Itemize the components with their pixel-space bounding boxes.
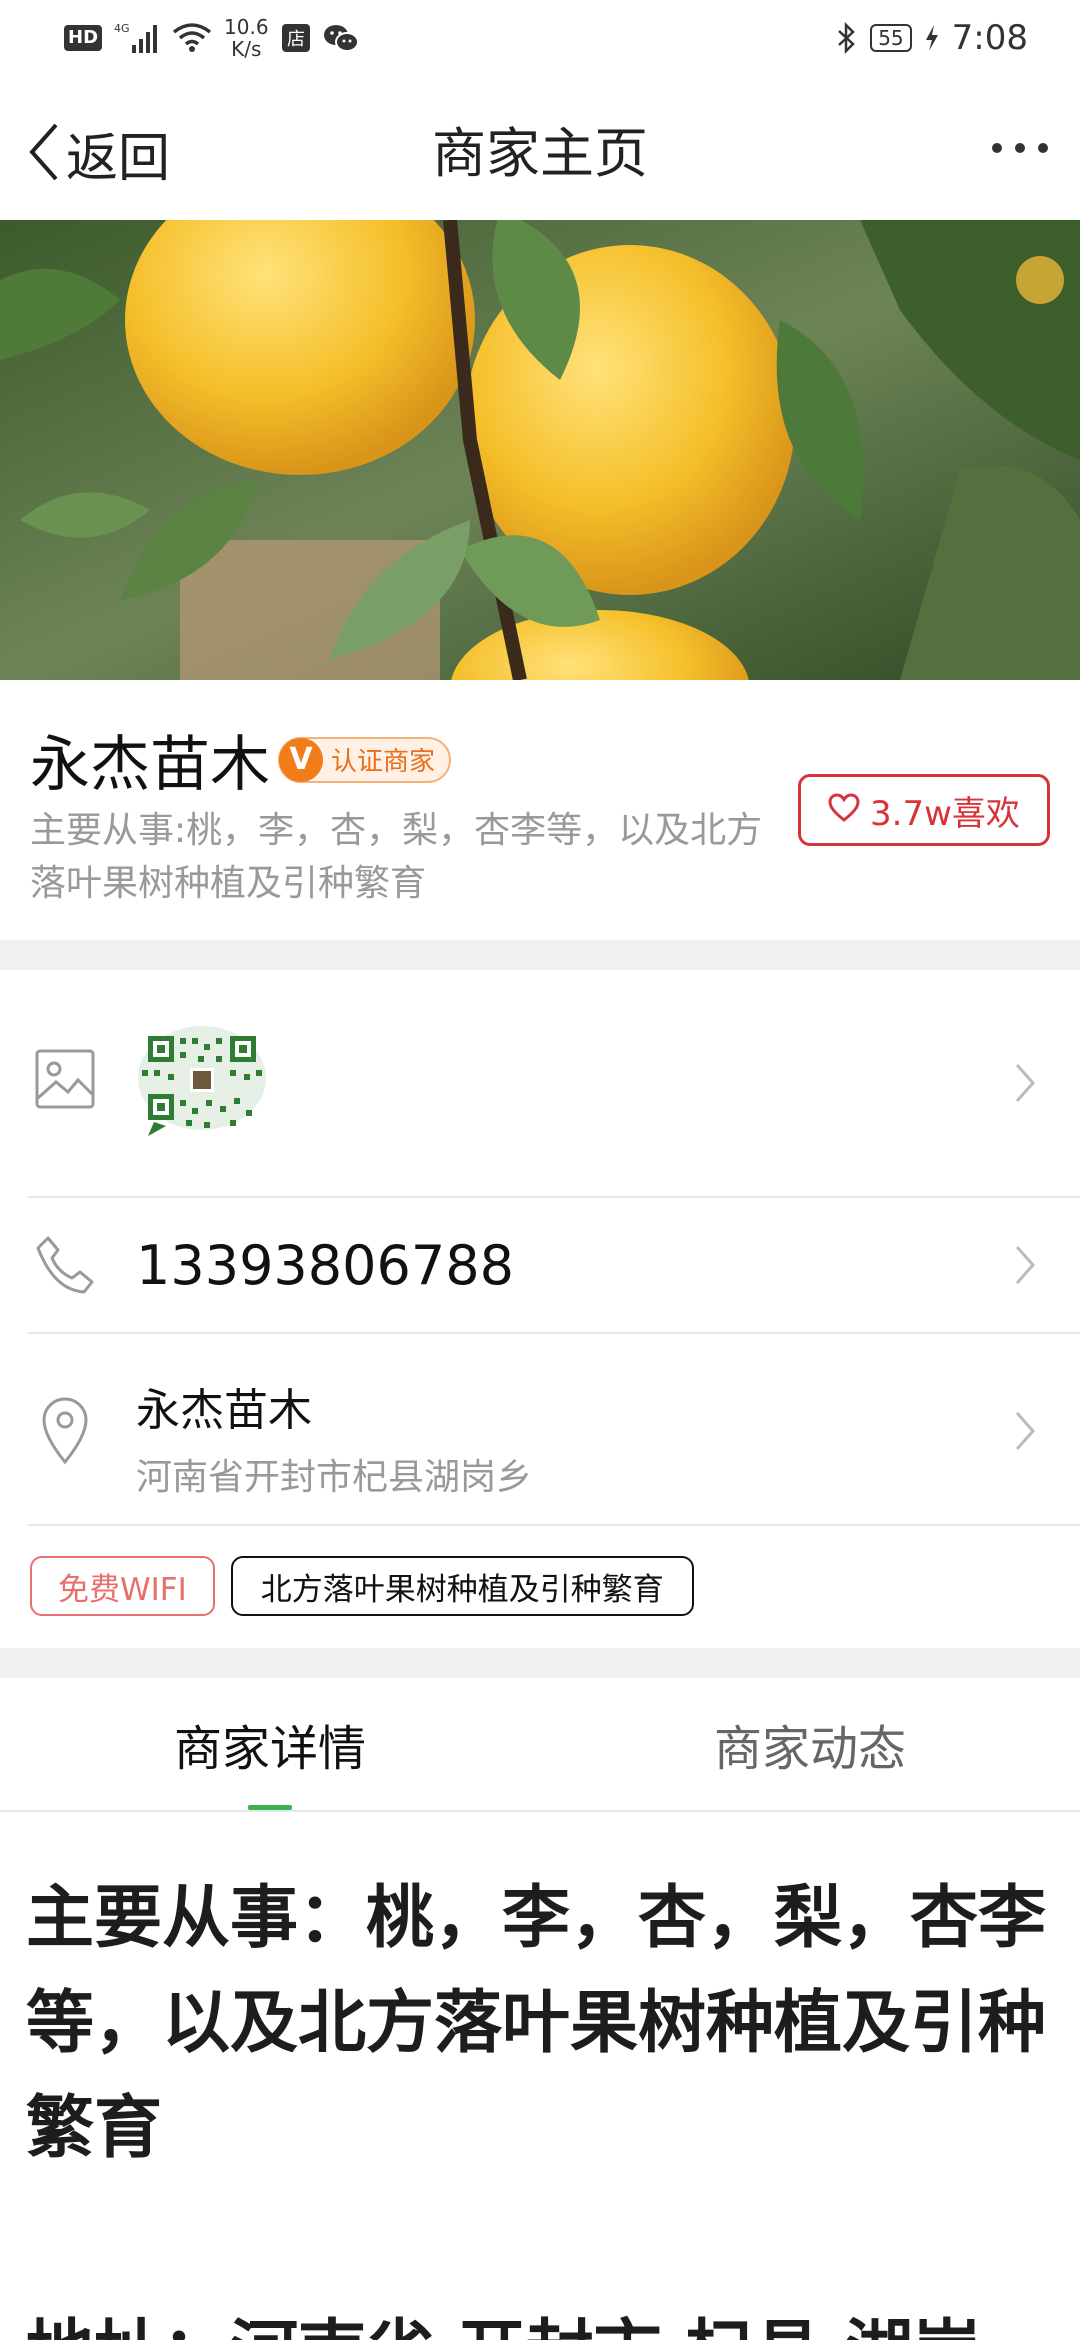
- more-dot: [1015, 143, 1025, 153]
- nav-bar: 返回 商家主页: [0, 76, 1080, 220]
- page-title: 商家主页: [432, 121, 648, 185]
- charging-icon: [924, 23, 940, 53]
- merchant-cover-image: [0, 220, 1080, 680]
- svg-text:店: 店: [287, 29, 305, 50]
- section-separator: [0, 1648, 1080, 1678]
- status-bar: HD 4G 10.6 K/s 店 55 7:08: [0, 0, 1080, 76]
- battery-level: 55: [870, 24, 912, 52]
- address-row[interactable]: 永杰苗木 河南省开封市杞县湖岗乡: [0, 1334, 1080, 1524]
- network-speed-unit: K/s: [231, 37, 262, 61]
- hd-badge: HD: [64, 25, 103, 51]
- chevron-left-icon: [26, 121, 62, 187]
- active-tab-indicator: [248, 1805, 292, 1810]
- wifi-icon: [172, 22, 212, 54]
- wechat-icon: [323, 23, 359, 53]
- more-dot: [992, 143, 1002, 153]
- bluetooth-icon: [836, 22, 858, 54]
- network-speed-value: 10.6: [224, 15, 269, 39]
- phone-icon: [34, 1234, 96, 1300]
- section-separator: [0, 940, 1080, 970]
- merchant-tags: 免费WIFI 北方落叶果树种植及引种繁育: [30, 1556, 694, 1616]
- tab-label: 商家动态: [713, 1721, 906, 1777]
- chevron-right-icon: [1014, 1244, 1036, 1290]
- clock: 7:08: [951, 18, 1028, 58]
- merchant-header: 永杰苗木 V 认证商家 主要从事:桃，李，杏，梨，杏李等，以及北方落叶果树种植及…: [0, 680, 1080, 940]
- like-button[interactable]: 3.7w喜欢: [798, 774, 1050, 846]
- shop-name-row: 永杰苗木 V 认证商家: [30, 716, 452, 803]
- network-type: 4G: [114, 22, 130, 35]
- address-name: 永杰苗木: [136, 1385, 312, 1436]
- tab-merchant-updates[interactable]: 商家动态: [540, 1678, 1080, 1810]
- store-icon: 店: [281, 23, 311, 53]
- phone-row[interactable]: 13393806788: [0, 1198, 1080, 1332]
- divider: [28, 1524, 1080, 1526]
- network-speed: 10.6 K/s: [224, 16, 269, 60]
- image-icon: [34, 1048, 96, 1114]
- certified-badge: V 认证商家: [278, 736, 452, 783]
- more-dot: [1038, 143, 1048, 153]
- tag-business: 北方落叶果树种植及引种繁育: [230, 1556, 694, 1616]
- certified-label: 认证商家: [331, 747, 436, 777]
- signal-icon: 4G: [114, 21, 160, 55]
- shop-name: 永杰苗木: [30, 730, 270, 800]
- status-bar-right: 55 7:08: [836, 18, 1028, 58]
- details-main-business: 主要从事：桃，李，杏，梨，杏李等，以及北方落叶果树种植及引种繁育: [26, 1879, 1047, 2168]
- merchant-tabs: 商家详情 商家动态: [0, 1678, 1080, 1812]
- tab-label: 商家详情: [173, 1721, 366, 1777]
- chevron-right-icon: [1014, 1062, 1036, 1108]
- like-count: 3.7w喜欢: [870, 793, 1020, 834]
- tab-merchant-details[interactable]: 商家详情: [0, 1678, 540, 1810]
- address-detail: 河南省开封市杞县湖岗乡: [136, 1457, 533, 1498]
- qr-code-row[interactable]: [0, 970, 1080, 1196]
- status-bar-left: HD 4G 10.6 K/s 店: [64, 16, 359, 60]
- phone-number[interactable]: 13393806788: [136, 1234, 514, 1297]
- chevron-right-icon: [1014, 1410, 1036, 1456]
- verified-icon: V: [279, 737, 323, 782]
- shop-description: 主要从事:桃，李，杏，梨，杏李等，以及北方落叶果树种植及引种繁育: [30, 810, 763, 904]
- tag-free-wifi: 免费WIFI: [30, 1556, 215, 1616]
- more-options-button[interactable]: [992, 134, 1048, 162]
- heart-icon: [828, 793, 860, 827]
- location-pin-icon: [34, 1394, 96, 1470]
- back-label: 返回: [66, 129, 171, 189]
- details-address: 地址：河南省 开封市 杞县 湖岗: [26, 2300, 1056, 2340]
- wechat-qr-code[interactable]: [134, 1022, 270, 1144]
- back-button[interactable]: 返回: [26, 116, 170, 191]
